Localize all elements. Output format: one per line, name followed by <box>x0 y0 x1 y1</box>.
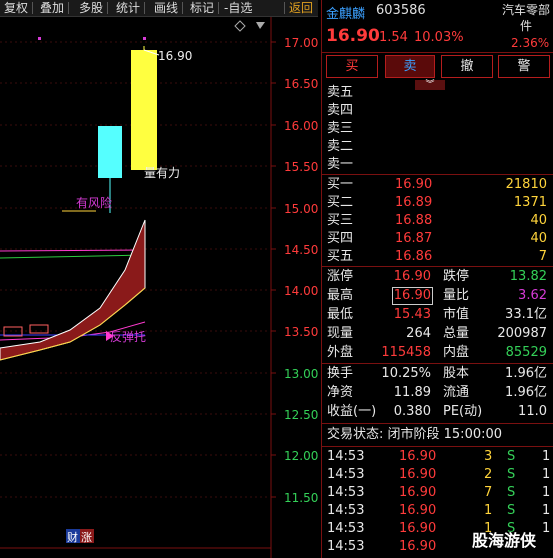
alert-button[interactable]: 警 <box>498 55 550 78</box>
toolbar-restore-rights[interactable]: 复权 <box>4 0 28 16</box>
axis-label: 11.50 <box>284 491 318 505</box>
tick-row: 14:53 16.90 7 S 1 <box>327 485 551 500</box>
price-change: 1.54 <box>379 30 408 45</box>
toolbar-back[interactable]: 返回 <box>289 0 313 16</box>
watermark-text: 股海游侠 <box>472 531 537 550</box>
rise-badge: 涨 <box>81 531 92 544</box>
high-price-label: 16.90 <box>158 49 192 63</box>
toolbar-divider <box>144 2 145 14</box>
axis-label: 17.00 <box>284 36 318 50</box>
axis-label: 12.00 <box>284 449 318 463</box>
price-change-pct: 10.03% <box>414 30 464 45</box>
tick-row: 14:53 16.90 3 S 1 <box>327 449 551 464</box>
tick-row: 14:53 16.90 2 S 1 <box>327 467 551 482</box>
toolbar-overlay[interactable]: 叠加 <box>40 0 64 16</box>
stock-name[interactable]: 金麒麟 <box>326 3 365 22</box>
triangle-down-icon <box>256 22 265 29</box>
cancel-button[interactable]: 撤 <box>441 55 493 78</box>
axis-label: 14.00 <box>284 284 318 298</box>
axis-label: 13.00 <box>284 367 318 381</box>
current-price: 16.90 <box>326 26 380 46</box>
stat-row-high: 最高 16.90 量比 3.62 <box>327 287 547 305</box>
candlestick-chart[interactable]: 16.90 量有力 有风险 反弹托 财 涨 17.00 16.50 16.00 … <box>0 17 318 558</box>
stat-row-inout: 外盘 115458 内盘 85529 <box>327 345 547 360</box>
ask-row-1[interactable]: 卖一 <box>321 156 553 174</box>
axis-label: 15.00 <box>284 202 318 216</box>
candle-cyan <box>98 126 122 178</box>
stat-row-eps: 收益(一) 0.380 PE(动) 11.0 <box>327 404 547 419</box>
toolbar-divider <box>218 2 219 14</box>
chart-toolbar: 复权 叠加 多股 统计 画线 标记 -自选 返回 <box>0 0 318 17</box>
bid-row-5[interactable]: 买五 16.86 7 <box>321 248 553 266</box>
axis-label: 16.00 <box>284 119 318 133</box>
marker-dot <box>38 37 41 40</box>
stat-row-turnover: 换手 10.25% 股本 1.96亿 <box>327 366 547 381</box>
stat-row-nav: 净资 11.89 流通 1.96亿 <box>327 385 547 400</box>
sector-change: 2.36% <box>511 36 550 50</box>
toolbar-divider <box>182 2 183 14</box>
toolbar-divider <box>107 2 108 14</box>
toolbar-mark[interactable]: 标记 <box>190 0 214 16</box>
candle-small <box>29 324 49 334</box>
stat-row-limits: 涨停 16.90 跌停 13.82 <box>327 269 547 284</box>
marker-dot <box>143 37 146 40</box>
toolbar-divider <box>284 2 285 14</box>
toolbar-divider <box>68 2 69 14</box>
stat-row-low: 最低 15.43 市值 33.1亿 <box>327 307 547 322</box>
axis-label: 14.50 <box>284 243 318 257</box>
toolbar-draw-line[interactable]: 画线 <box>154 0 178 16</box>
ask-row-5[interactable]: 卖五 <box>321 84 553 102</box>
annotation-rebound: 反弹托 <box>110 330 146 344</box>
stock-code: 603586 <box>376 3 426 18</box>
bid-row-3[interactable]: 买三 16.88 40 <box>321 212 553 230</box>
sell-button[interactable]: 卖 <box>385 55 435 78</box>
annotation-volume-power: 量有力 <box>144 166 180 180</box>
toolbar-watchlist[interactable]: -自选 <box>224 0 252 16</box>
ma-line-green <box>0 254 146 259</box>
stat-row-volume: 现量 264 总量 200987 <box>327 326 547 341</box>
ask-row-4[interactable]: 卖四 <box>321 102 553 120</box>
toolbar-multi-stock[interactable]: 多股 <box>79 0 103 16</box>
ask-row-2[interactable]: 卖二 <box>321 138 553 156</box>
ma-line-magenta <box>0 249 146 252</box>
bid-row-4[interactable]: 买四 16.87 40 <box>321 230 553 248</box>
annotation-risk: 有风险 <box>76 195 112 210</box>
axis-label: 16.50 <box>284 77 318 91</box>
quote-panel: 金麒麟 603586 汽车零部件 2.36% 16.90 1.54 10.03%… <box>321 0 553 558</box>
candle-yellow <box>131 50 157 170</box>
ask-row-3[interactable]: 卖三 <box>321 120 553 138</box>
bid-row-1[interactable]: 买一 16.90 21810 <box>321 176 553 194</box>
finance-badge: 财 <box>67 530 78 544</box>
tick-row: 14:53 16.90 1 S 1 <box>327 503 551 518</box>
trading-status: 交易状态: 闭市阶段 15:00:00 <box>327 427 503 442</box>
axis-label: 13.50 <box>284 325 318 339</box>
axis-label: 15.50 <box>284 160 318 174</box>
buy-button[interactable]: 买 <box>326 55 378 78</box>
diamond-icon <box>234 20 246 32</box>
toolbar-divider <box>32 2 33 14</box>
toolbar-statistics[interactable]: 统计 <box>116 0 140 16</box>
bid-row-2[interactable]: 买二 16.89 1371 <box>321 194 553 212</box>
sector-name[interactable]: 汽车零部件 <box>499 2 553 34</box>
axis-label: 12.50 <box>284 408 318 422</box>
